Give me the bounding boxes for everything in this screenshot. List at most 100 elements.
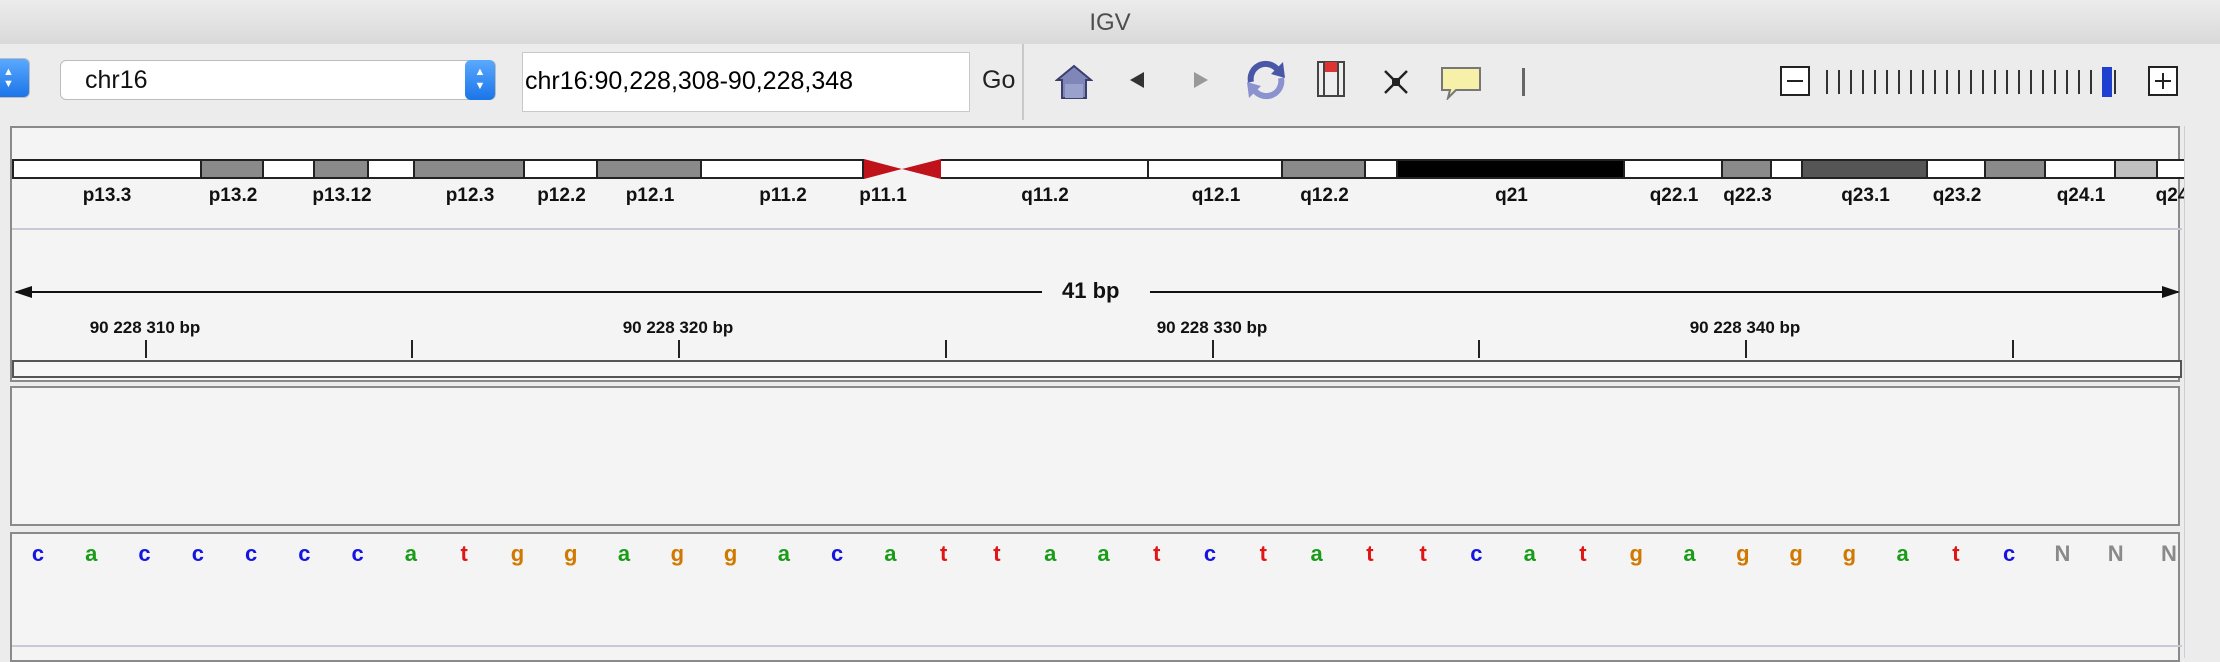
ruler-tick (1212, 340, 1214, 358)
ideogram-band (264, 159, 315, 179)
sequence-base: c (31, 541, 45, 566)
ideogram-band (315, 159, 369, 179)
go-button[interactable]: Go (982, 66, 1015, 95)
ideogram-band (598, 159, 702, 179)
sequence-base: c (298, 541, 311, 566)
zoom-slider[interactable] (1826, 67, 2126, 97)
sequence-base: g (564, 541, 578, 566)
home-icon (1055, 64, 1093, 99)
speech-bubble-icon (1441, 67, 1481, 102)
zoom-tick (1970, 70, 1972, 94)
sequence-base: a (1097, 541, 1110, 566)
sequence-base: a (1683, 541, 1696, 566)
sequence-base: a (1896, 541, 1909, 566)
chromosome-dropdown[interactable]: chr16 ▲ ▼ (60, 60, 496, 100)
zoom-tick (1850, 70, 1852, 94)
ideogram-band (941, 159, 1149, 179)
centromere (864, 159, 941, 179)
ideogram-band (202, 159, 264, 179)
forward-button[interactable] (1192, 70, 1210, 95)
zoom-tick (2018, 70, 2020, 94)
zoom-out-button[interactable] (1780, 66, 1810, 96)
sequence-base: a (1310, 541, 1323, 566)
zoom-tick (2078, 70, 2080, 94)
ruler-tick-label: 90 228 330 bp (1156, 318, 1268, 337)
zoom-tick (1838, 70, 1840, 94)
ideogram-band (2116, 159, 2158, 179)
ruler-tick (145, 340, 147, 358)
zoom-tick (1982, 70, 1984, 94)
zoom-tick (1946, 70, 1948, 94)
dropdown-arrows-icon: ▲ ▼ (465, 60, 495, 100)
ideogram-band (369, 159, 415, 179)
band-label: q23.1 (1841, 185, 1890, 206)
band-label: q12.2 (1300, 185, 1349, 206)
fit-to-window-icon (1384, 70, 1408, 94)
zoom-tick (2066, 70, 2068, 94)
zoom-tick (1922, 70, 1924, 94)
zoom-tick (1862, 70, 1864, 94)
band-label: p12.3 (445, 185, 495, 206)
ruler[interactable]: 41 bp 90 228 310 bp 90 228 320 bp 90 228 3… (12, 232, 2182, 382)
refresh-button[interactable] (1243, 60, 1289, 105)
sequence-base: a (884, 541, 897, 566)
sequence-base: t (460, 541, 468, 566)
minus-icon (1787, 80, 1803, 82)
zoom-tick (1898, 70, 1900, 94)
sequence-track[interactable]: cacccccatggaggacattaatctattcatgagggatcNN… (12, 534, 2182, 574)
zoom-tick (1874, 70, 1876, 94)
ideogram-band (1149, 159, 1283, 179)
home-button[interactable] (1054, 62, 1094, 102)
zoom-tick (1958, 70, 1960, 94)
band-label: p11.1 (859, 185, 907, 206)
locus-search-input[interactable]: chr16:90,228,308-90,228,348 (522, 52, 970, 112)
zoom-tick (2006, 70, 2008, 94)
sequence-base: g (670, 541, 685, 566)
region-of-interest-icon (1317, 61, 1345, 97)
popup-info-button[interactable] (1440, 66, 1482, 105)
zoom-in-button[interactable] (2148, 66, 2178, 96)
chromosome-value: chr16 (85, 66, 148, 94)
zoom-tick (2030, 70, 2032, 94)
band-label: q24.1 (2056, 185, 2106, 206)
ruler-tick (2012, 340, 2014, 358)
back-button[interactable] (1128, 70, 1146, 95)
sequence-panel[interactable]: cacccccatggaggacattaatctattcatgagggatcNN… (10, 532, 2182, 662)
data-panel[interactable] (10, 386, 2180, 526)
sequence-base: g (510, 541, 525, 566)
zoom-tick (2054, 70, 2056, 94)
resize-button[interactable] (1382, 68, 1410, 101)
sequence-base: g (1736, 541, 1750, 566)
zoom-tick (2042, 70, 2044, 94)
ruler-tick (945, 340, 947, 358)
sequence-base: g (1789, 541, 1803, 566)
sequence-base: c (138, 541, 151, 566)
ideogram-band (1723, 159, 1772, 179)
sequence-base: a (617, 541, 631, 566)
zoom-tick (2090, 70, 2092, 94)
sequence-base: t (1419, 541, 1427, 566)
toolbar-separator (1522, 68, 1525, 96)
ruler-tick-label: 90 228 320 bp (622, 318, 734, 337)
zoom-tick (2114, 70, 2116, 94)
vertical-scrollbar[interactable] (2184, 126, 2217, 658)
ideogram-band (1398, 159, 1625, 179)
dropdown-arrows-icon: ▲ ▼ (3, 66, 14, 90)
ideogram-band (1283, 159, 1366, 179)
band-label: q11.2 (1021, 185, 1069, 206)
roi-button[interactable] (1316, 60, 1346, 103)
chromosome-ideogram[interactable]: p13.3 p13.2 p13.12 p12.3 p12.2 p12.1 p11.2 q11.… (12, 159, 2188, 219)
zoom-tick (1826, 70, 1828, 94)
ideogram-ruler-divider (12, 228, 2182, 230)
sequence-base: N (2054, 541, 2071, 566)
genome-dropdown[interactable]: ▲ ▼ (0, 58, 30, 98)
ideogram-band (1803, 159, 1928, 179)
band-label: p13.12 (312, 185, 372, 206)
sequence-base: c (831, 541, 844, 566)
band-label: p13.2 (208, 185, 258, 206)
band-label: q21 (1495, 185, 1528, 206)
sequence-base: g (1842, 541, 1857, 566)
ideogram-band (2046, 159, 2116, 179)
ideogram-band (12, 159, 202, 179)
sequence-base: c (1203, 541, 1217, 566)
